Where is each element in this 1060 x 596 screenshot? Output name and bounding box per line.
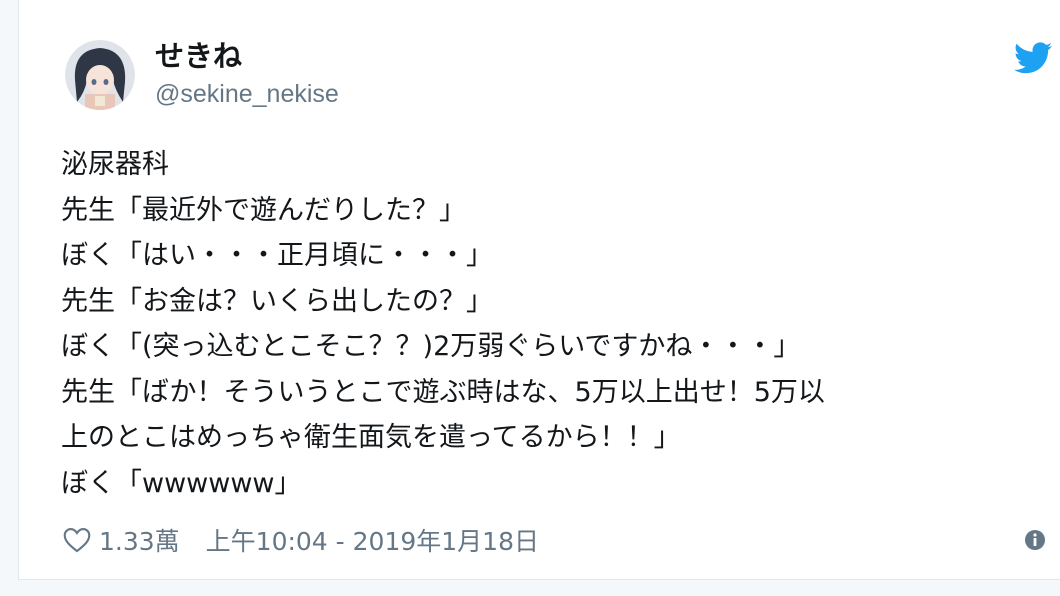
heart-icon[interactable] — [63, 527, 91, 553]
tweet-footer: 1.33萬 上午10:04 - 2019年1月18日 — [63, 522, 539, 558]
twitter-bird-icon[interactable] — [1014, 42, 1052, 74]
tweet-text: 泌尿器科 先生「最近外で遊んだりした？」 ぼく「はい・・・正月頃に・・・」 先生… — [61, 142, 1051, 506]
tweet-line: 先生「お金は？いくら出したの？」 — [61, 285, 493, 317]
tweet-line: 先生「最近外で遊んだりした？」 — [61, 194, 466, 226]
display-name[interactable]: せきね — [155, 38, 242, 74]
tweet-line: ぼく「(突っ込むとこそこ？？)2万弱ぐらいですかね・・・」 — [61, 331, 801, 362]
tweet-card: せきね @sekine_nekise 泌尿器科 先生「最近外で遊んだりした？」 … — [18, 0, 1060, 580]
avatar[interactable] — [65, 40, 135, 110]
tweet-line: 泌尿器科 — [61, 149, 169, 180]
tweet-line: 上のとこはめっちゃ衛生面気を遣ってるから！！」 — [61, 422, 681, 453]
tweet-line: ぼく「はい・・・正月頃に・・・」 — [61, 240, 493, 271]
user-handle[interactable]: @sekine_nekise — [155, 78, 339, 110]
tweet-line: 先生「ばか！そういうとこで遊ぶ時はな、5万以上出せ！5万以 — [61, 376, 825, 408]
like-count[interactable]: 1.33萬 — [99, 522, 180, 558]
info-icon[interactable] — [1024, 529, 1046, 551]
tweet-line: ぼく「wwwwww」 — [61, 467, 302, 499]
timestamp[interactable]: 上午10:04 - 2019年1月18日 — [206, 522, 539, 558]
